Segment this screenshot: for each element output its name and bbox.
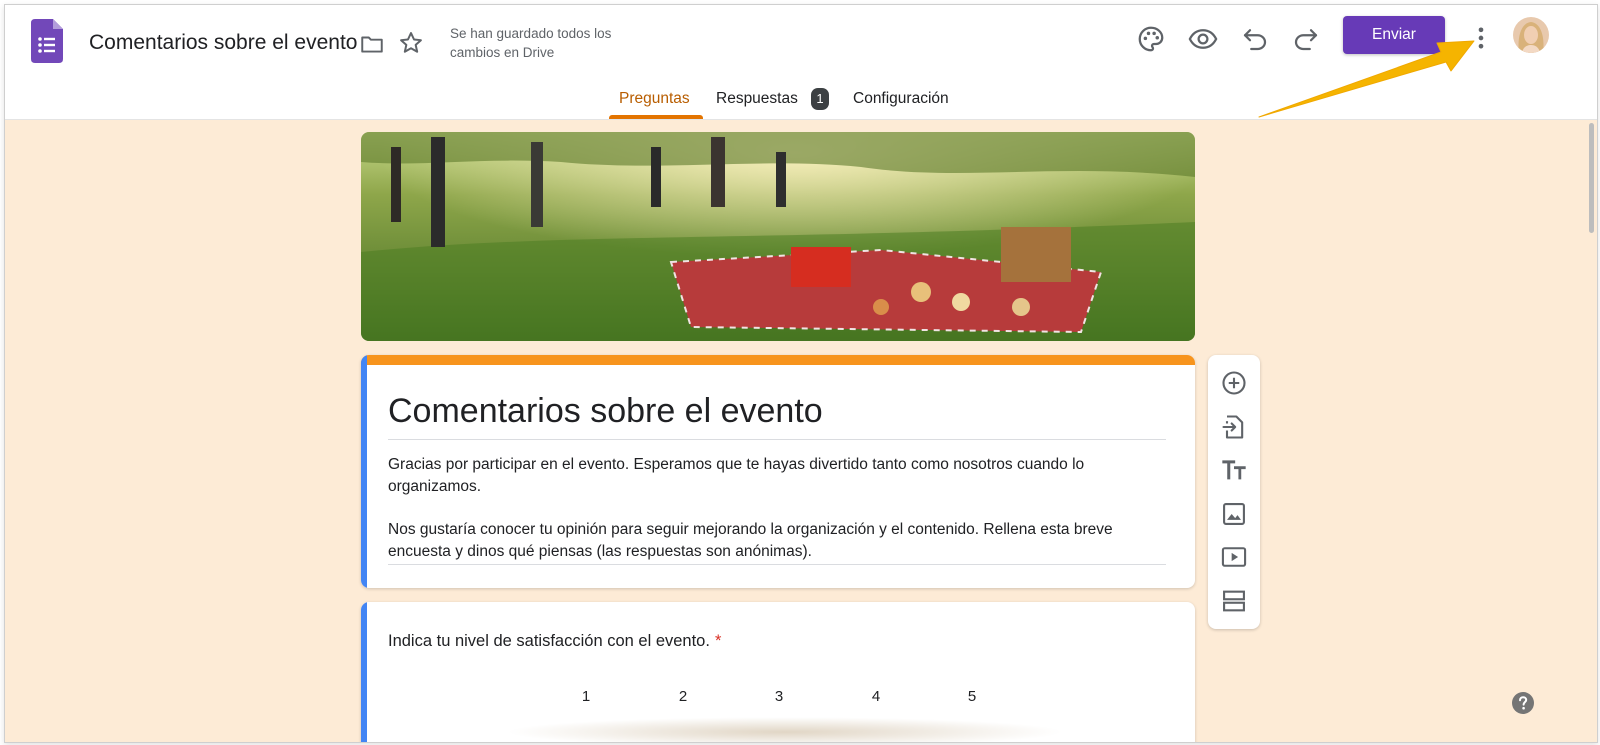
tab-configuracion[interactable]: Configuración (853, 90, 949, 108)
selected-card-indicator (361, 355, 367, 588)
add-image-icon[interactable] (1220, 500, 1248, 528)
form-title-input[interactable]: Comentarios sobre el evento (388, 392, 1166, 440)
redo-icon[interactable] (1291, 24, 1321, 54)
add-video-icon[interactable] (1220, 543, 1248, 571)
form-header-card: Comentarios sobre el evento Gracias por … (361, 355, 1195, 588)
active-tab-indicator (609, 115, 703, 119)
scale-label-3: 3 (774, 688, 784, 705)
question-card-indicator (361, 602, 367, 742)
scale-label-1: 1 (581, 688, 591, 705)
help-icon[interactable] (1511, 691, 1535, 715)
add-question-icon[interactable] (1220, 369, 1248, 397)
undo-icon[interactable] (1240, 24, 1270, 54)
add-section-icon[interactable] (1220, 587, 1248, 615)
theme-color-strip (361, 355, 1195, 365)
floating-toolbar (1208, 355, 1260, 629)
palette-icon[interactable] (1136, 24, 1166, 54)
send-button[interactable]: Enviar (1343, 16, 1445, 54)
star-icon[interactable] (397, 29, 425, 57)
folder-icon[interactable] (359, 31, 385, 57)
bottom-fade (505, 717, 1065, 742)
import-questions-icon[interactable] (1220, 413, 1248, 441)
save-status: Se han guardado todos los cambios en Dri… (450, 26, 612, 60)
eye-icon[interactable] (1188, 24, 1218, 54)
description-paragraph-1: Gracias por participar en el evento. Esp… (388, 456, 1085, 495)
more-vert-icon[interactable] (1467, 23, 1495, 53)
question-text: Indica tu nivel de satisfacción con el e… (388, 632, 710, 650)
required-asterisk: * (714, 632, 722, 650)
scale-label-2: 2 (678, 688, 688, 705)
scale-label-4: 4 (871, 688, 881, 705)
tab-bar: Preguntas Respuestas Configuración (5, 85, 1597, 119)
top-bar: Comentarios sobre el evento Se han guard… (5, 5, 1597, 120)
tab-preguntas[interactable]: Preguntas (619, 90, 690, 108)
browser-frame: Comentarios sobre el evento Se han guard… (4, 4, 1598, 743)
header-image-picnic (361, 132, 1195, 341)
responses-count-badge: 1 (811, 88, 829, 110)
scale-label-5: 5 (967, 688, 977, 705)
scrollbar-thumb[interactable] (1589, 123, 1594, 233)
document-title[interactable]: Comentarios sobre el evento (89, 31, 357, 55)
add-title-icon[interactable] (1220, 456, 1248, 484)
vertical-scrollbar[interactable] (1587, 119, 1597, 742)
tab-respuestas[interactable]: Respuestas (716, 90, 798, 108)
form-description-input[interactable]: Gracias por participar en el evento. Esp… (388, 454, 1166, 565)
avatar[interactable] (1513, 17, 1549, 53)
description-paragraph-2: Nos gustaría conocer tu opinión para seg… (388, 521, 1113, 560)
question-title[interactable]: Indica tu nivel de satisfacción con el e… (388, 632, 721, 651)
google-forms-logo[interactable] (31, 19, 63, 63)
